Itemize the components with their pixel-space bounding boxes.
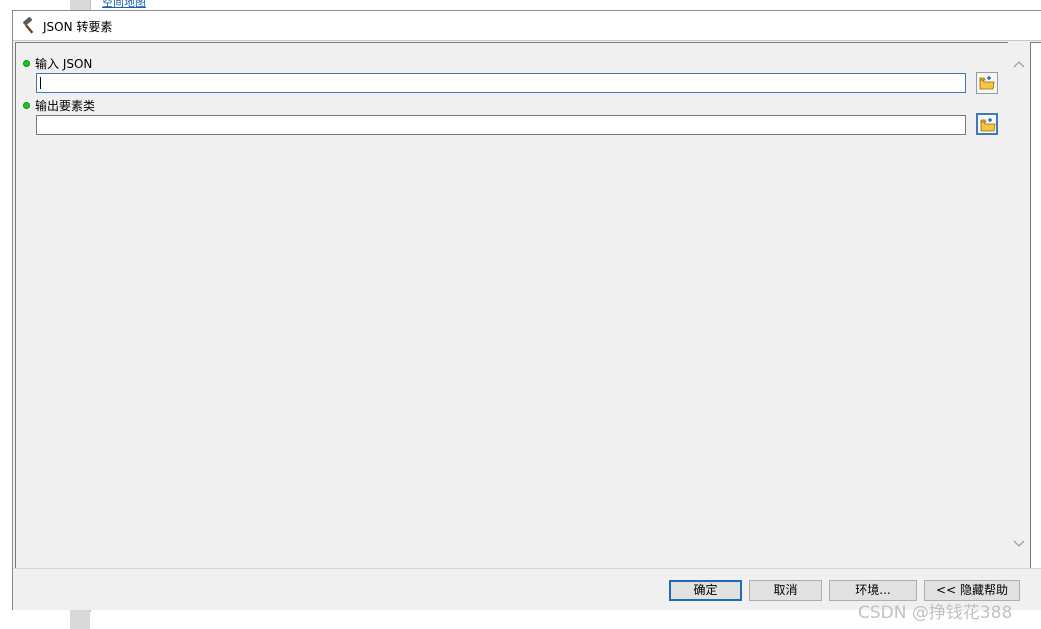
input-json-field[interactable]: [36, 73, 966, 93]
chevron-down-icon[interactable]: [1011, 536, 1027, 552]
input-json-label: 输入 JSON: [35, 57, 93, 71]
json-to-features-dialog: JSON 转要素 输入 JSON 输出要素类 确定 取消 环境... << 隐藏…: [12, 10, 1041, 610]
output-feature-class-label: 输出要素类: [35, 99, 96, 113]
output-feature-class-field[interactable]: [36, 115, 966, 135]
chevron-up-icon[interactable]: [1011, 56, 1027, 72]
background-bottom-strip: [70, 612, 90, 629]
vertical-scrollbar[interactable]: [1008, 42, 1030, 568]
ok-button[interactable]: 确定: [669, 580, 742, 601]
parameters-panel: 输入 JSON 输出要素类: [15, 42, 1008, 568]
folder-browse-icon: [980, 118, 996, 132]
required-indicator-icon: [23, 60, 30, 67]
title-bar[interactable]: JSON 转要素: [13, 11, 1041, 41]
help-panel: [1030, 42, 1041, 568]
dialog-title: JSON 转要素: [43, 20, 113, 34]
input-json-browse-button[interactable]: [976, 72, 998, 94]
required-indicator-icon: [23, 102, 30, 109]
cancel-button[interactable]: 取消: [749, 580, 822, 601]
text-caret: [40, 77, 41, 89]
background-link[interactable]: 空间地图: [102, 0, 146, 10]
output-feature-class-browse-button[interactable]: [976, 113, 998, 135]
folder-browse-icon: [979, 76, 995, 90]
hammer-icon: [21, 17, 39, 35]
watermark: CSDN @挣钱花388: [858, 603, 1013, 623]
